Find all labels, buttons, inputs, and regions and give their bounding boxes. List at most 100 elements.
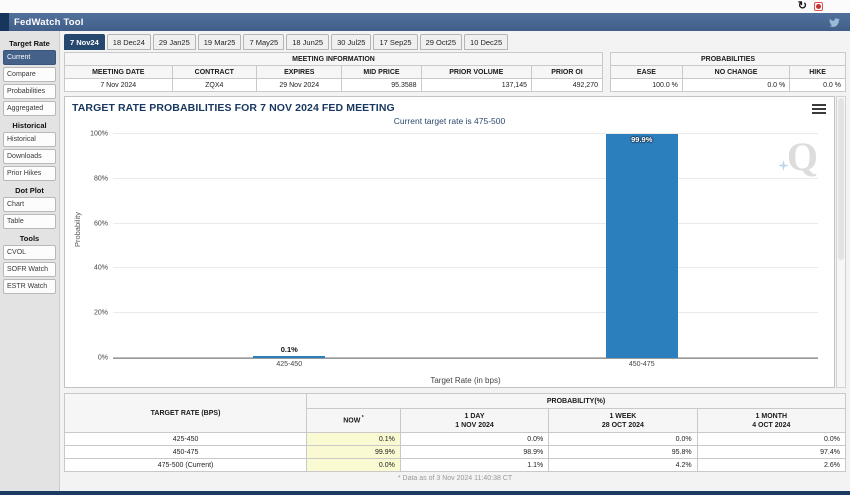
probability-cell: 0.0% <box>548 432 698 447</box>
tab-7-may25[interactable]: 7 May25 <box>243 34 285 50</box>
probability-cell: 99.9% <box>306 445 401 460</box>
sidebar-item-current[interactable]: Current <box>3 50 56 65</box>
bar-chart-plot: 0% 20% 40% 60% 80% 100% 0.1% 425-450 99.9% 450-47… <box>90 131 818 368</box>
tab-10-dec25[interactable]: 10 Dec25 <box>464 34 509 50</box>
probability-cell: 0.0% <box>399 432 550 447</box>
sidebar-item-historical[interactable]: Historical <box>3 132 56 147</box>
meeting-info-title: MEETING INFORMATION <box>64 52 603 66</box>
vertical-scrollbar[interactable] <box>836 96 846 388</box>
probabilities-title-row: PROBABILITIES <box>610 52 846 66</box>
browser-strip: ↻ <box>0 0 850 13</box>
probability-pct-header: PROBABILITY(%) <box>306 392 846 410</box>
probability-cell: 1.1% <box>399 458 550 473</box>
refresh-icon[interactable]: ↻ <box>798 1 807 12</box>
target-rate-bps-header: TARGET RATE (BPS) <box>63 392 308 434</box>
bar-425-450[interactable] <box>253 356 326 358</box>
tab-29-jan25[interactable]: 29 Jan25 <box>152 34 196 50</box>
tab-18-jun25[interactable]: 18 Jun25 <box>286 34 330 50</box>
twitter-icon[interactable] <box>828 17 841 28</box>
tab-7-nov24[interactable]: 7 Nov24 <box>64 34 105 50</box>
sidebar-item-downloads[interactable]: Downloads <box>3 149 56 164</box>
probability-cell: 2.6% <box>696 458 847 473</box>
probability-cell: 0.0% <box>306 458 401 473</box>
y-axis-title: Probability <box>73 212 82 248</box>
mid-price-value: 95.3588 <box>341 78 422 92</box>
chart-area: Probability 0% 20% 40% 60% 80% 100% 0.1% 425-45… <box>73 131 818 385</box>
probabilities-value-row: 100.0 % 0.0 % 0.0 % <box>610 78 846 92</box>
rate-cell: 475-500 (Current) <box>63 458 308 473</box>
menu-icon[interactable] <box>812 102 826 116</box>
x-axis-title: Target Rate (in bps) <box>430 376 501 385</box>
main-area: Target Rate Current Compare Probabilities Ag… <box>0 31 850 491</box>
x-axis-tick: 450-475 <box>628 361 655 368</box>
contract-value: ZQX4 <box>171 78 258 92</box>
probability-cell: 4.2% <box>548 458 698 473</box>
expires-header: EXPIRES <box>256 65 343 79</box>
gridline <box>113 177 818 179</box>
probability-table-group-row: TARGET RATE (BPS) PROBABILITY(%) <box>63 392 846 434</box>
rate-cell: 450-475 <box>63 445 308 460</box>
chart-subtitle: Current target rate is 475-500 <box>393 116 506 126</box>
prior-oi-value: 492,270 <box>531 78 603 92</box>
logo-block <box>0 13 9 31</box>
sidebar-item-estr-watch[interactable]: ESTR Watch <box>3 279 56 294</box>
tab-17-sep25[interactable]: 17 Sep25 <box>373 34 418 50</box>
sidebar: Target Rate Current Compare Probabilities Ag… <box>0 31 60 491</box>
rate-cell: 425-450 <box>63 432 308 447</box>
sidebar-item-aggregated[interactable]: Aggregated <box>3 101 56 116</box>
probability-cell: 0.1% <box>306 432 401 447</box>
sidebar-section-target-rate: Target Rate <box>9 39 50 48</box>
sidebar-item-compare[interactable]: Compare <box>3 67 56 82</box>
gridline <box>113 222 818 224</box>
bar-value-label: 99.9% <box>631 135 653 145</box>
mid-price-header: MID PRICE <box>341 65 422 79</box>
no-change-value: 0.0 % <box>681 78 791 92</box>
gridline <box>113 133 818 134</box>
probability-cell: 98.9% <box>399 445 550 460</box>
sidebar-section-tools: Tools <box>19 234 40 243</box>
sidebar-item-sofr-watch[interactable]: SOFR Watch <box>3 262 56 277</box>
sidebar-item-prior-hikes[interactable]: Prior Hikes <box>3 166 56 181</box>
no-change-header: NO CHANGE <box>681 65 791 79</box>
meeting-info-table: MEETING INFORMATION MEETING DATE CONTRACT E… <box>64 52 603 92</box>
tab-30-jul25[interactable]: 30 Jul25 <box>331 34 372 50</box>
sidebar-item-chart[interactable]: Chart <box>3 197 56 212</box>
meeting-info-title-row: MEETING INFORMATION <box>64 52 603 66</box>
prior-volume-value: 137,145 <box>420 78 533 92</box>
sidebar-item-probabilities[interactable]: Probabilities <box>3 84 56 99</box>
bar-450-475[interactable]: 99.9% <box>605 134 678 358</box>
chart-title: TARGET RATE PROBABILITIES FOR 7 NOV 2024… <box>72 102 395 114</box>
meeting-date-value: 7 Nov 2024 <box>64 78 173 92</box>
y-axis-tick: 100% <box>90 130 108 138</box>
bottom-edge-bar <box>0 491 850 495</box>
tab-19-mar25[interactable]: 19 Mar25 <box>197 34 242 50</box>
tab-29-oct25[interactable]: 29 Oct25 <box>419 34 463 50</box>
ease-header: EASE <box>610 65 683 79</box>
y-axis-tick: 0% <box>97 354 108 362</box>
prior-oi-header: PRIOR OI <box>531 65 603 79</box>
bar-value-label: 0.1% <box>280 344 298 354</box>
record-icon[interactable] <box>814 2 823 11</box>
app-title: FedWatch Tool <box>14 16 84 28</box>
sidebar-item-table[interactable]: Table <box>3 214 56 229</box>
probability-cell: 97.4% <box>696 445 847 460</box>
tab-18-dec24[interactable]: 18 Dec24 <box>106 34 151 50</box>
sidebar-item-cvol[interactable]: CVOL <box>3 245 56 260</box>
chart-row: TARGET RATE PROBABILITIES FOR 7 NOV 2024… <box>64 96 846 388</box>
sidebar-section-historical: Historical <box>12 121 47 130</box>
meeting-info-value-row: 7 Nov 2024 ZQX4 29 Nov 2024 95.3588 137,145 4… <box>64 78 603 92</box>
chart-panel: TARGET RATE PROBABILITIES FOR 7 NOV 2024… <box>64 96 835 388</box>
app-header: FedWatch Tool <box>0 13 850 31</box>
contract-header: CONTRACT <box>171 65 258 79</box>
info-row: MEETING INFORMATION MEETING DATE CONTRACT E… <box>64 52 846 92</box>
table-row: 450-475 99.9% 98.9% 95.8% 97.4% <box>63 445 847 460</box>
gridline <box>113 267 818 269</box>
y-axis-tick: 40% <box>93 264 108 272</box>
scrollbar-thumb[interactable] <box>838 98 844 261</box>
1-month-column-header: 1 MONTH 4 OCT 2024 <box>696 408 847 434</box>
sparkle-icon <box>777 160 789 171</box>
y-axis-tick: 60% <box>93 220 108 228</box>
data-as-of-footnote: * Data as of 3 Nov 2024 11:40:38 CT <box>397 475 513 483</box>
meeting-date-header: MEETING DATE <box>64 65 173 79</box>
gridline <box>113 357 818 358</box>
